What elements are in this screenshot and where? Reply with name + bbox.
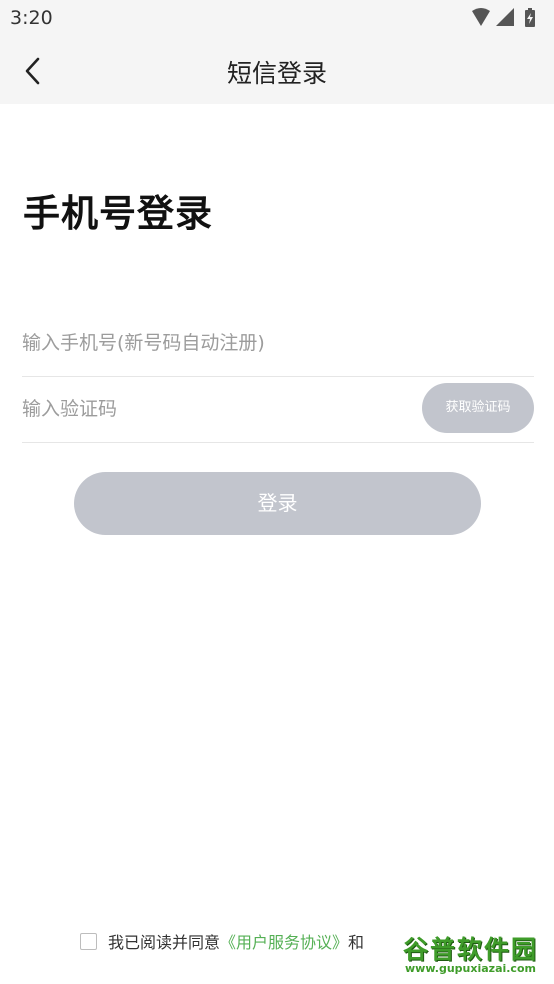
status-time: 3:20: [10, 7, 53, 29]
status-bar: 3:20: [0, 0, 554, 38]
phone-field: [22, 310, 534, 377]
agreement-row: 我已阅读并同意《用户服务协议》和: [80, 929, 364, 953]
agreement-checkbox[interactable]: [80, 932, 97, 950]
watermark-url: www.gupuxiazai.com: [405, 962, 536, 975]
login-button[interactable]: 登录: [74, 472, 481, 535]
agreement-and-text: 和: [348, 933, 365, 952]
phone-input[interactable]: [22, 310, 534, 376]
verification-code-field: 获取验证码: [22, 376, 534, 443]
verification-code-input[interactable]: [22, 376, 402, 442]
status-icons: [470, 8, 542, 28]
agreement-text: 我已阅读并同意: [108, 933, 221, 952]
login-heading: 手机号登录: [23, 192, 213, 235]
battery-icon: [525, 8, 535, 27]
user-agreement-link[interactable]: 《用户服务协议》: [220, 933, 348, 952]
watermark: 谷普软件园 www.gupuxiazai.com: [387, 924, 554, 984]
signal-icon: [496, 8, 514, 26]
watermark-brand: 谷普软件园: [402, 935, 538, 964]
app-header: 短信登录: [0, 38, 554, 104]
wifi-icon: [472, 8, 490, 26]
page-title: 短信登录: [226, 59, 327, 88]
get-code-button[interactable]: 获取验证码: [422, 383, 534, 433]
